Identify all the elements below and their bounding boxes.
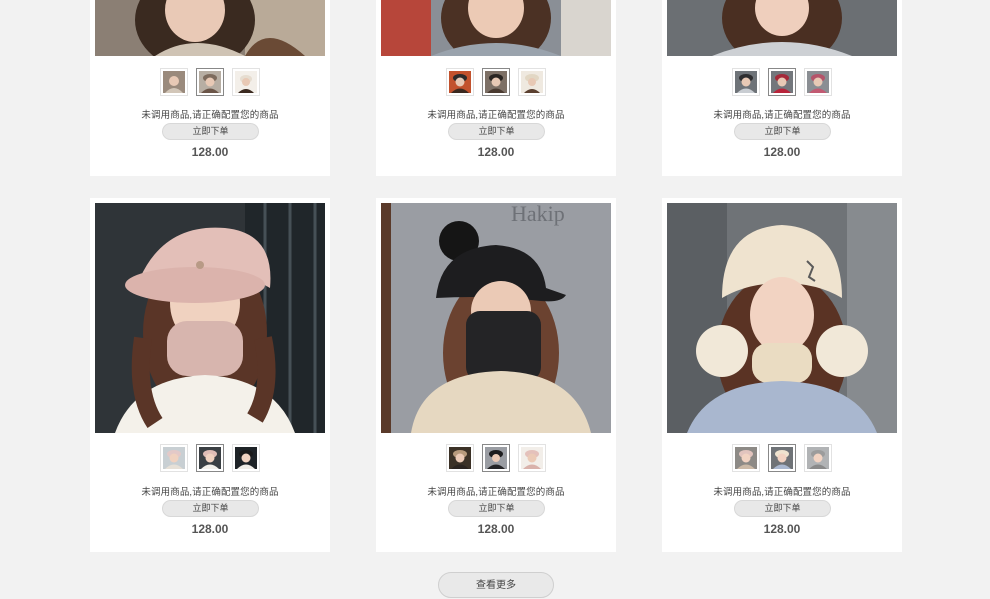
product-name: 未调用商品,请正确配置您的商品 [141, 110, 279, 121]
buy-now-button[interactable]: 立即下单 [734, 123, 831, 140]
variant-thumbnail[interactable] [160, 68, 188, 96]
variant-thumbnail[interactable] [196, 68, 224, 96]
product-card: 未调用商品,请正确配置您的商品 立即下单 128.00 [662, 0, 902, 176]
product-card: 未调用商品,请正确配置您的商品 立即下单 128.00 [376, 0, 616, 176]
product-image[interactable] [667, 203, 897, 433]
product-name: 未调用商品,请正确配置您的商品 [427, 487, 565, 498]
variant-thumbnail[interactable] [518, 68, 546, 96]
variant-thumbnail[interactable] [232, 68, 260, 96]
product-price: 128.00 [477, 145, 515, 159]
load-more-button[interactable]: 查看更多 [438, 572, 554, 598]
product-name: 未调用商品,请正确配置您的商品 [427, 110, 565, 121]
product-name: 未调用商品,请正确配置您的商品 [713, 487, 851, 498]
product-image[interactable]: Hakip [381, 203, 611, 433]
variant-thumbnail[interactable] [482, 444, 510, 472]
variant-thumbnail[interactable] [768, 68, 796, 96]
buy-now-button[interactable]: 立即下单 [448, 500, 545, 517]
product-name: 未调用商品,请正确配置您的商品 [713, 110, 851, 121]
variant-thumbnail[interactable] [768, 444, 796, 472]
variant-thumbnail[interactable] [160, 444, 188, 472]
product-price: 128.00 [763, 522, 801, 536]
product-card: Hakip 未调用商品,请正确配置您的商品 立即下单 128.00 [376, 198, 616, 552]
variant-thumbnail[interactable] [804, 444, 832, 472]
variant-thumbnail[interactable] [232, 444, 260, 472]
product-card: 未调用商品,请正确配置您的商品 立即下单 128.00 [662, 198, 902, 552]
buy-now-button[interactable]: 立即下单 [448, 123, 545, 140]
buy-now-button[interactable]: 立即下单 [162, 123, 259, 140]
variant-thumbnail[interactable] [196, 444, 224, 472]
product-image[interactable] [95, 0, 325, 56]
product-price: 128.00 [191, 145, 229, 159]
product-image[interactable] [667, 0, 897, 56]
variant-thumbnail[interactable] [446, 68, 474, 96]
variant-thumbnail[interactable] [446, 444, 474, 472]
variant-thumbnail[interactable] [482, 68, 510, 96]
variant-thumbnail[interactable] [804, 68, 832, 96]
product-card: 未调用商品,请正确配置您的商品 立即下单 128.00 [90, 198, 330, 552]
buy-now-button[interactable]: 立即下单 [734, 500, 831, 517]
product-image[interactable] [95, 203, 325, 433]
variant-thumbnail[interactable] [518, 444, 546, 472]
product-image[interactable] [381, 0, 611, 56]
product-price: 128.00 [763, 145, 801, 159]
variant-thumbnail[interactable] [732, 444, 760, 472]
variant-thumbnail[interactable] [732, 68, 760, 96]
product-price: 128.00 [191, 522, 229, 536]
product-price: 128.00 [477, 522, 515, 536]
buy-now-button[interactable]: 立即下单 [162, 500, 259, 517]
product-name: 未调用商品,请正确配置您的商品 [141, 487, 279, 498]
product-card: 未调用商品,请正确配置您的商品 立即下单 128.00 [90, 0, 330, 176]
svg-text:Hakip: Hakip [511, 203, 565, 226]
